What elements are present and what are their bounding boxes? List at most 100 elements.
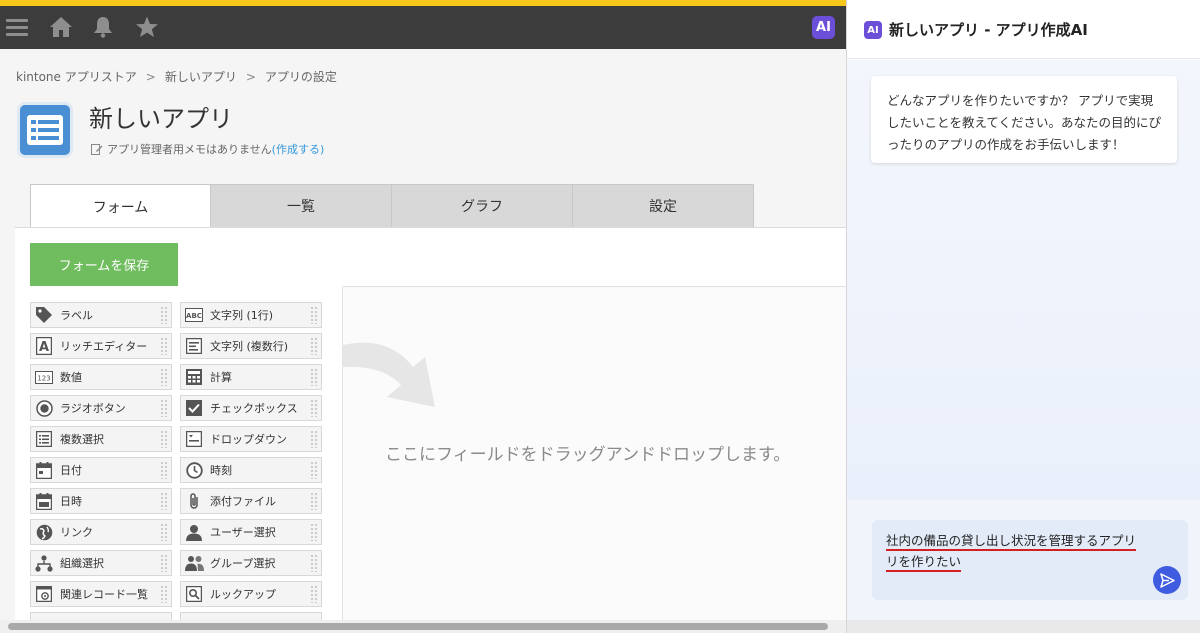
field-organization-select[interactable]: 組織選択 [30,550,172,576]
rich-text-icon: A [34,336,54,356]
field-label-text: ルックアップ [210,588,276,601]
bell-icon[interactable] [90,14,116,40]
field-label-text: 数値 [60,371,82,384]
abc-icon: ABC [184,305,204,325]
horizontal-scrollbar[interactable] [0,620,846,633]
field-date[interactable]: 日付 [30,457,172,483]
field-rich-editor[interactable]: A リッチエディター [30,333,172,359]
list-icon [27,115,63,145]
drop-hint-text: ここにフィールドをドラッグアンドドロップします。 [385,445,791,465]
field-radio-button[interactable]: ラジオボタン [30,395,172,421]
group-icon [184,553,204,573]
checkbox-icon [184,398,204,418]
edit-memo-icon [91,144,103,155]
field-checkbox[interactable]: チェックボックス [180,395,322,421]
field-label[interactable]: ラベル [30,302,172,328]
field-label-text: 計算 [210,371,232,384]
field-label-text: 文字列 (1行) [210,309,274,322]
field-datetime[interactable]: 日時 [30,488,172,514]
memo-create-link[interactable]: (作成する) [272,141,325,157]
tab-list[interactable]: 一覧 [211,184,392,228]
kintone-main: AI kintone アプリストア > 新しいアプリ > アプリの設定 新しいアプリ ア… [0,6,846,633]
star-icon[interactable] [134,14,160,40]
ai-input-area: 社内の備品の貸し出し状況を管理するアプリ リを作りたい [847,500,1200,620]
breadcrumb-item[interactable]: 新しいアプリ [165,70,237,84]
form-drop-area[interactable]: ここにフィールドをドラッグアンドドロップします。 [342,286,846,631]
field-group-select[interactable]: グループ選択 [180,550,322,576]
field-link[interactable]: リンク [30,519,172,545]
calculator-icon [184,367,204,387]
field-label-text: リンク [60,526,93,539]
field-label-text: 文字列 (複数行) [210,340,289,353]
app-icon [17,102,73,158]
field-label-text: リッチエディター [60,340,148,353]
radio-icon [34,398,54,418]
multi-select-icon [34,429,54,449]
field-label-text: ラベル [60,309,93,322]
field-lookup[interactable]: ルックアップ [180,581,322,607]
field-label-text: 添付ファイル [210,495,276,508]
dropdown-icon [184,429,204,449]
field-related-records[interactable]: 関連レコード一覧 [30,581,172,607]
ai-panel-title: 新しいアプリ - アプリ作成AI [889,21,1088,39]
number-icon: 123 [34,367,54,387]
paperclip-icon [184,491,204,511]
save-form-button[interactable]: フォームを保存 [30,243,178,286]
breadcrumb: kintone アプリストア > 新しいアプリ > アプリの設定 [16,68,337,85]
organization-icon [34,553,54,573]
ai-logo-icon: AI [864,21,882,39]
global-header: AI [0,6,846,49]
field-label-text: ラジオボタン [60,402,126,415]
settings-tabs: フォーム 一覧 グラフ 設定 [30,184,754,228]
tab-graph[interactable]: グラフ [392,184,573,228]
ai-chat-area: どんなアプリを作りたいですか？ アプリで実現したいことを教えてください。あなたの… [847,60,1200,500]
field-label-text: 組織選択 [60,557,104,570]
tag-icon [34,305,54,325]
field-label-text: 日付 [60,464,82,477]
drop-arrow-icon [343,342,435,407]
ai-panel-header: AI 新しいアプリ - アプリ作成AI [847,0,1200,59]
page-title: 新しいアプリ [89,105,233,133]
breadcrumb-item[interactable]: kintone アプリストア [16,70,137,84]
field-label-text: ユーザー選択 [210,526,276,539]
ai-panel-bottom-bar [847,620,1200,633]
ai-message-bubble: どんなアプリを作りたいですか？ アプリで実現したいことを教えてください。あなたの… [871,76,1177,163]
prompt-text-line: 社内の備品の貸し出し状況を管理するアプリ [886,533,1137,551]
scrollbar-thumb[interactable] [8,623,828,630]
svg-text:ABC: ABC [186,312,202,320]
globe-icon [34,522,54,542]
multiline-icon [184,336,204,356]
breadcrumb-separator: > [145,70,156,84]
lookup-icon [184,584,204,604]
field-label-text: 関連レコード一覧 [60,588,148,601]
ai-button[interactable]: AI [812,16,835,39]
field-dropdown[interactable]: ドロップダウン [180,426,322,452]
send-icon [1159,572,1175,588]
field-label-text: 日時 [60,495,82,508]
hamburger-menu-icon[interactable] [4,14,30,40]
tab-form[interactable]: フォーム [30,184,211,228]
tab-settings[interactable]: 設定 [573,184,754,228]
home-icon[interactable] [48,14,74,40]
field-label-text: チェックボックス [210,402,298,415]
related-records-icon [34,584,54,604]
ai-prompt-input[interactable]: 社内の備品の貸し出し状況を管理するアプリ リを作りたい [872,520,1188,600]
field-multi-select[interactable]: 複数選択 [30,426,172,452]
field-user-select[interactable]: ユーザー選択 [180,519,322,545]
field-multi-line-text[interactable]: 文字列 (複数行) [180,333,322,359]
breadcrumb-item: アプリの設定 [264,70,337,84]
field-time[interactable]: 時刻 [180,457,322,483]
ai-assistant-panel: AI 新しいアプリ - アプリ作成AI どんなアプリを作りたいですか？ アプリで… [846,0,1200,633]
field-number[interactable]: 123 数値 [30,364,172,390]
prompt-text-line: リを作りたい [886,554,962,572]
breadcrumb-separator: > [245,70,256,84]
field-calculation[interactable]: 計算 [180,364,322,390]
datetime-icon [34,491,54,511]
send-button[interactable] [1153,566,1181,594]
field-single-line-text[interactable]: ABC 文字列 (1行) [180,302,322,328]
app-memo: アプリ管理者用メモはありません (作成する) [91,141,324,157]
svg-text:A: A [39,340,49,355]
field-label-text: ドロップダウン [210,433,287,446]
field-label-text: 複数選択 [60,433,104,446]
field-attachment[interactable]: 添付ファイル [180,488,322,514]
